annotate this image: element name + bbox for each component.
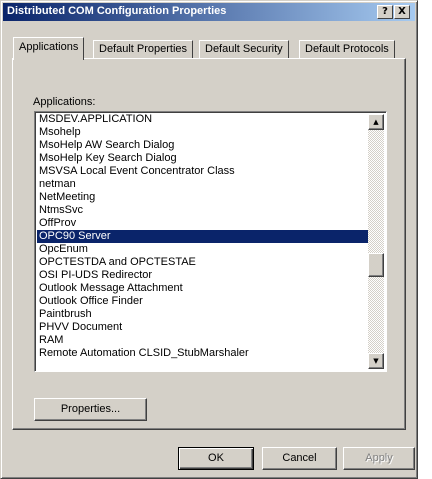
list-item[interactable]: OSI PI-UDS Redirector (37, 269, 369, 282)
list-item[interactable]: PHVV Document (37, 321, 369, 334)
scroll-down-arrow-icon: ▼ (373, 357, 379, 365)
list-item[interactable]: MsoHelp AW Search Dialog (37, 139, 369, 152)
list-item[interactable]: Outlook Office Finder (37, 295, 369, 308)
list-item[interactable]: OPCTESTDA and OPCTESTAE (37, 256, 369, 269)
scroll-up-button[interactable]: ▲ (368, 114, 384, 130)
scroll-down-button[interactable]: ▼ (368, 353, 384, 369)
window-title: Distributed COM Configuration Properties (7, 5, 227, 17)
list-item[interactable]: MSVSA Local Event Concentrator Class (37, 165, 369, 178)
list-item[interactable]: MsoHelp Key Search Dialog (37, 152, 369, 165)
applications-listbox[interactable]: MSDEV.APPLICATION Msohelp MsoHelp AW Searc… (34, 111, 387, 372)
list-item[interactable]: OPC90 Server (37, 230, 369, 243)
tab-applications[interactable]: Applications (13, 37, 85, 60)
list-item[interactable]: OffProv (37, 217, 369, 230)
applications-list: MSDEV.APPLICATION Msohelp MsoHelp AW Searc… (37, 113, 369, 360)
list-item[interactable]: Remote Automation CLSID_StubMarshaler (37, 347, 369, 360)
list-item[interactable]: MSDEV.APPLICATION (37, 113, 369, 126)
list-item[interactable]: RAM (37, 334, 369, 347)
properties-button[interactable]: Properties... (34, 398, 147, 421)
list-item[interactable]: Paintbrush (37, 308, 369, 321)
list-item[interactable]: NetMeeting (37, 191, 369, 204)
apply-button: Apply (343, 447, 415, 470)
applications-label: Applications: (33, 96, 96, 108)
close-icon: X (398, 6, 406, 17)
cancel-button[interactable]: Cancel (262, 447, 337, 470)
vertical-scrollbar[interactable]: ▲ ▼ (368, 114, 384, 369)
ok-button[interactable]: OK (178, 447, 254, 470)
list-item[interactable]: netman (37, 178, 369, 191)
tab-default-security[interactable]: Default Security (199, 40, 289, 59)
tab-default-properties[interactable]: Default Properties (93, 40, 194, 59)
help-button[interactable]: ? (377, 5, 393, 19)
tab-panel: Applications: MSDEV.APPLICATION Msohelp Ms… (12, 58, 406, 430)
tab-default-protocols[interactable]: Default Protocols (299, 40, 395, 59)
scroll-thumb[interactable] (368, 253, 384, 277)
help-icon: ? (382, 6, 388, 17)
list-item[interactable]: NtmsSvc (37, 204, 369, 217)
dialog-window: Distributed COM Configuration Properties… (0, 0, 418, 479)
close-button[interactable]: X (394, 5, 410, 19)
scroll-up-arrow-icon: ▲ (373, 118, 379, 126)
list-item[interactable]: Msohelp (37, 126, 369, 139)
list-item[interactable]: OpcEnum (37, 243, 369, 256)
title-bar[interactable]: Distributed COM Configuration Properties… (3, 3, 415, 21)
list-item[interactable]: Outlook Message Attachment (37, 282, 369, 295)
